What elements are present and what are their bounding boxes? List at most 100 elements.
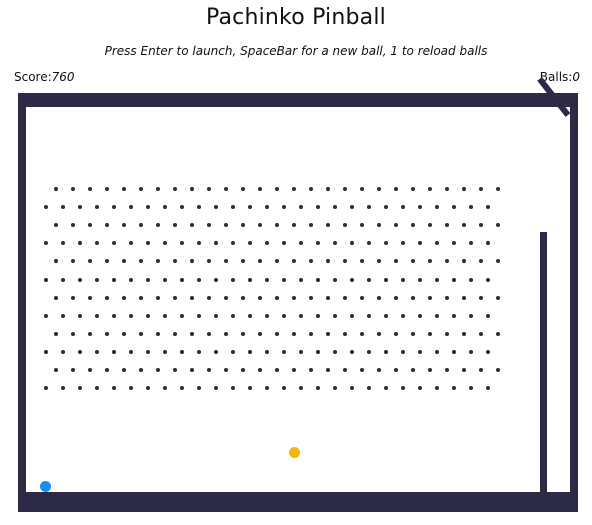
peg bbox=[418, 313, 422, 318]
peg bbox=[384, 313, 388, 318]
peg bbox=[44, 277, 48, 282]
peg bbox=[292, 331, 296, 336]
peg bbox=[343, 259, 347, 264]
peg bbox=[486, 205, 490, 210]
peg bbox=[496, 368, 500, 372]
peg bbox=[258, 259, 262, 264]
peg bbox=[360, 223, 364, 228]
balls-value: 0 bbox=[572, 70, 580, 84]
peg bbox=[360, 331, 364, 336]
pinball-board[interactable] bbox=[18, 93, 578, 512]
peg bbox=[428, 259, 432, 264]
peg bbox=[248, 241, 252, 246]
peg bbox=[479, 259, 483, 264]
peg bbox=[180, 386, 184, 391]
peg bbox=[44, 241, 48, 246]
launch-lane-wall bbox=[540, 232, 547, 492]
peg bbox=[224, 223, 228, 228]
peg bbox=[214, 386, 218, 391]
peg bbox=[435, 205, 439, 210]
peg bbox=[122, 187, 126, 191]
launcher-ball[interactable] bbox=[39, 480, 51, 492]
peg bbox=[333, 205, 337, 210]
peg bbox=[343, 295, 347, 300]
peg bbox=[54, 331, 58, 336]
peg bbox=[428, 368, 432, 372]
peg bbox=[173, 368, 177, 372]
peg bbox=[299, 205, 303, 210]
peg bbox=[435, 349, 439, 354]
peg bbox=[360, 368, 364, 372]
peg bbox=[224, 368, 228, 372]
peg bbox=[224, 259, 228, 264]
peg bbox=[282, 349, 286, 354]
peg bbox=[258, 223, 262, 228]
peg bbox=[394, 187, 398, 191]
peg bbox=[156, 259, 160, 264]
peg bbox=[190, 295, 194, 300]
peg bbox=[343, 368, 347, 372]
playfield bbox=[26, 107, 570, 492]
peg bbox=[316, 313, 320, 318]
peg bbox=[282, 386, 286, 391]
peg bbox=[54, 187, 58, 191]
peg bbox=[428, 187, 432, 191]
peg bbox=[248, 205, 252, 210]
peg bbox=[452, 277, 456, 282]
peg bbox=[197, 386, 201, 391]
peg bbox=[401, 313, 405, 318]
peg bbox=[275, 187, 279, 191]
peg bbox=[384, 277, 388, 282]
peg bbox=[275, 295, 279, 300]
peg bbox=[112, 386, 116, 391]
peg bbox=[163, 313, 167, 318]
peg bbox=[292, 259, 296, 264]
peg bbox=[95, 205, 99, 210]
peg bbox=[462, 223, 466, 228]
peg bbox=[452, 241, 456, 246]
peg bbox=[445, 223, 449, 228]
peg bbox=[428, 331, 432, 336]
peg bbox=[129, 241, 133, 246]
peg bbox=[139, 259, 143, 264]
peg bbox=[401, 349, 405, 354]
peg bbox=[190, 259, 194, 264]
peg bbox=[462, 331, 466, 336]
peg bbox=[122, 223, 126, 228]
peg bbox=[139, 295, 143, 300]
peg bbox=[78, 241, 82, 246]
peg bbox=[343, 223, 347, 228]
peg bbox=[479, 295, 483, 300]
peg bbox=[231, 205, 235, 210]
peg bbox=[231, 386, 235, 391]
peg bbox=[469, 205, 473, 210]
peg bbox=[265, 241, 269, 246]
peg bbox=[146, 277, 150, 282]
peg bbox=[224, 187, 228, 191]
peg bbox=[258, 187, 262, 191]
peg bbox=[146, 349, 150, 354]
peg bbox=[496, 295, 500, 300]
peg bbox=[122, 295, 126, 300]
peg bbox=[282, 277, 286, 282]
peg bbox=[435, 277, 439, 282]
peg bbox=[241, 295, 245, 300]
peg bbox=[486, 313, 490, 318]
peg bbox=[105, 331, 109, 336]
peg bbox=[299, 349, 303, 354]
peg bbox=[231, 241, 235, 246]
active-ball bbox=[288, 446, 300, 458]
peg bbox=[486, 349, 490, 354]
peg bbox=[299, 277, 303, 282]
peg bbox=[333, 277, 337, 282]
peg bbox=[207, 187, 211, 191]
peg bbox=[139, 187, 143, 191]
peg bbox=[367, 205, 371, 210]
peg bbox=[428, 223, 432, 228]
peg bbox=[156, 223, 160, 228]
peg bbox=[384, 205, 388, 210]
peg bbox=[265, 349, 269, 354]
peg bbox=[452, 349, 456, 354]
peg bbox=[292, 295, 296, 300]
peg bbox=[44, 349, 48, 354]
